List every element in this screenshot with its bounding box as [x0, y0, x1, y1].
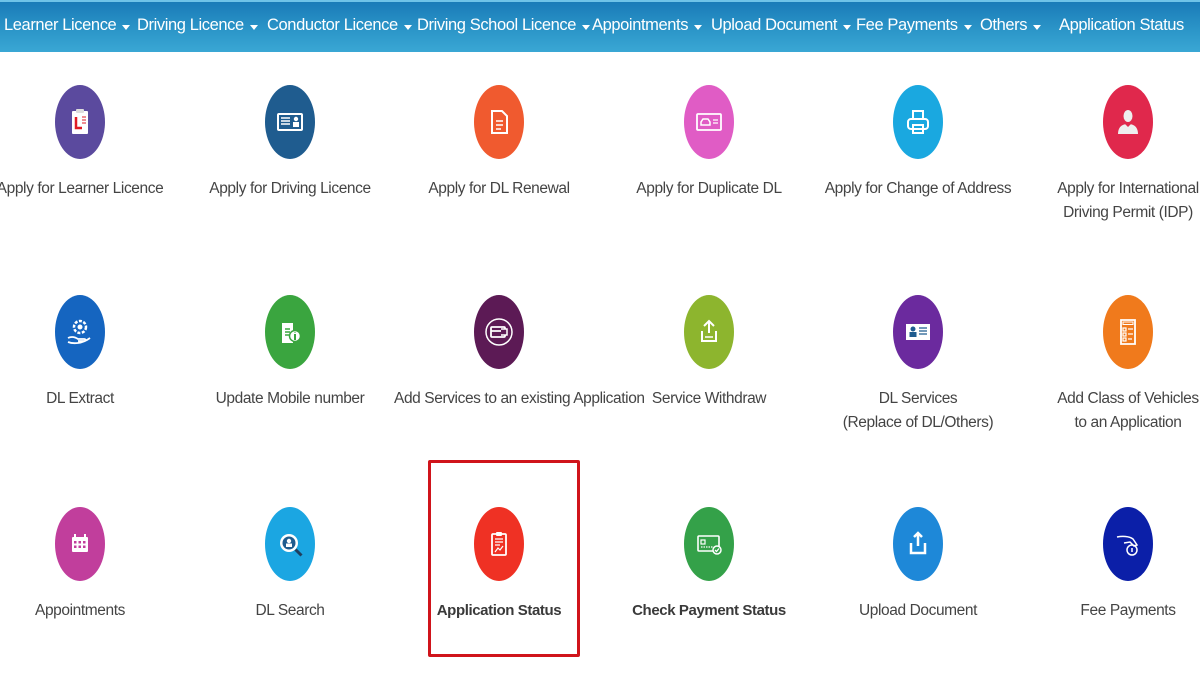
- document-icon: [474, 85, 524, 159]
- service-label-line2: to an Application: [1074, 414, 1182, 431]
- nav-label: Upload Document: [711, 16, 838, 34]
- nav-label: Driving Licence: [137, 16, 244, 34]
- service-label: Apply for International Driving Permit (I…: [1023, 177, 1200, 225]
- card-plug-icon: [474, 295, 524, 369]
- nav-upload-document[interactable]: Upload Document: [711, 16, 852, 35]
- caret-down-icon: [249, 24, 258, 30]
- service-label-line1: Apply for DL Renewal: [428, 180, 570, 197]
- caret-down-icon: [403, 24, 412, 30]
- service-label: DL Extract: [0, 387, 185, 411]
- service-tile-dl-extract[interactable]: DL Extract: [0, 295, 185, 411]
- service-label: Upload Document: [813, 599, 1023, 623]
- service-label: DL Search: [185, 599, 395, 623]
- nav-label: Application Status: [1059, 16, 1184, 34]
- upload-tray-icon: [684, 295, 734, 369]
- service-label-line1: Add Class of Vehicles: [1057, 390, 1199, 407]
- printer-icon: [893, 85, 943, 159]
- nav-driving-licence[interactable]: Driving Licence: [137, 16, 258, 35]
- nav-label: Learner Licence: [4, 16, 117, 34]
- service-label-line1: Apply for Driving Licence: [209, 180, 371, 197]
- learner-clipboard-icon: [55, 85, 105, 159]
- service-label: Apply for Change of Address: [813, 177, 1023, 201]
- checklist-icon: [1103, 295, 1153, 369]
- service-tile-apply-for-learner-licence[interactable]: Apply for Learner Licence: [0, 85, 185, 201]
- service-tile-fee-payments[interactable]: Fee Payments: [1023, 507, 1200, 623]
- service-tile-apply-for-duplicate-dl[interactable]: Apply for Duplicate DL: [604, 85, 814, 201]
- profile-card-icon: [893, 295, 943, 369]
- nav-label: Appointments: [592, 16, 689, 34]
- nav-label: Driving School Licence: [417, 16, 577, 34]
- service-label-line1: Apply for Duplicate DL: [636, 180, 782, 197]
- service-tile-dl-services[interactable]: DL Services (Replace of DL/Others): [813, 295, 1023, 435]
- service-label: Check Payment Status: [604, 599, 814, 623]
- car-card-icon: [684, 85, 734, 159]
- service-label: Add Class of Vehicles to an Application: [1023, 387, 1200, 435]
- service-label: Add Services to an existing Application: [394, 387, 645, 411]
- service-label: Update Mobile number: [185, 387, 395, 411]
- service-label-line1: DL Extract: [46, 390, 114, 407]
- calendar-icon: [55, 507, 105, 581]
- service-tile-apply-for-dl-renewal[interactable]: Apply for DL Renewal: [394, 85, 604, 201]
- nav-learner-licence[interactable]: Learner Licence: [4, 16, 131, 35]
- nav-label: Conductor Licence: [267, 16, 398, 34]
- service-label-line1: Apply for Learner Licence: [0, 180, 164, 197]
- service-label-line1: Apply for Change of Address: [824, 180, 1012, 197]
- nav-fee-payments[interactable]: Fee Payments: [856, 16, 972, 35]
- caret-down-icon: [122, 24, 131, 30]
- service-label-line1: Update Mobile number: [215, 390, 365, 407]
- service-label: Apply for Duplicate DL: [604, 177, 814, 201]
- gear-hand-icon: [55, 295, 105, 369]
- nav-appointments[interactable]: Appointments: [592, 16, 703, 35]
- service-tile-dl-search[interactable]: DL Search: [185, 507, 395, 623]
- card-check-icon: [684, 507, 734, 581]
- top-navbar: Learner Licence Driving Licence Conducto…: [0, 0, 1200, 52]
- service-tile-add-class-of-vehicles[interactable]: Add Class of Vehicles to an Application: [1023, 295, 1200, 435]
- nav-others[interactable]: Others: [980, 16, 1042, 35]
- service-label: Apply for DL Renewal: [394, 177, 604, 201]
- service-label: Apply for Driving Licence: [185, 177, 395, 201]
- service-label-line1: Service Withdraw: [651, 390, 767, 407]
- service-tile-add-services-to-an-existing-application[interactable]: Add Services to an existing Application: [394, 295, 645, 411]
- document-info-icon: [265, 295, 315, 369]
- service-label-line1: Appointments: [35, 602, 125, 619]
- nav-label: Fee Payments: [856, 16, 958, 34]
- hand-coin-icon: [1103, 507, 1153, 581]
- service-label: Service Withdraw: [604, 387, 814, 411]
- service-label: Appointments: [0, 599, 185, 623]
- nav-driving-school-licence[interactable]: Driving School Licence: [417, 16, 591, 35]
- service-tile-upload-document[interactable]: Upload Document: [813, 507, 1023, 623]
- service-label: Apply for Learner Licence: [0, 177, 185, 201]
- service-label-line2: Driving Permit (IDP): [1063, 204, 1193, 221]
- search-person-icon: [265, 507, 315, 581]
- nav-label: Others: [980, 16, 1028, 34]
- caret-down-icon: [843, 24, 852, 30]
- service-label-line1: Check Payment Status: [632, 602, 786, 619]
- upload-icon: [893, 507, 943, 581]
- service-label-line2: (Replace of DL/Others): [842, 414, 994, 431]
- person-icon: [1103, 85, 1153, 159]
- nav-conductor-licence[interactable]: Conductor Licence: [267, 16, 412, 35]
- service-label-line1: DL Services: [878, 390, 958, 407]
- service-label-line1: DL Search: [255, 602, 325, 619]
- highlight-box: [428, 460, 580, 657]
- caret-down-icon: [694, 24, 703, 30]
- service-tile-appointments[interactable]: Appointments: [0, 507, 185, 623]
- nav-application-status[interactable]: Application Status: [1059, 16, 1184, 35]
- service-label-line1: Apply for International: [1057, 180, 1199, 197]
- service-tile-apply-for-international[interactable]: Apply for International Driving Permit (I…: [1023, 85, 1200, 225]
- service-tile-apply-for-change-of-address[interactable]: Apply for Change of Address: [813, 85, 1023, 201]
- caret-down-icon: [582, 24, 591, 30]
- service-label-line1: Fee Payments: [1080, 602, 1176, 619]
- service-label-line1: Add Services to an existing Application: [394, 390, 645, 407]
- caret-down-icon: [963, 24, 972, 30]
- service-tile-apply-for-driving-licence[interactable]: Apply for Driving Licence: [185, 85, 395, 201]
- service-label: Fee Payments: [1023, 599, 1200, 623]
- caret-down-icon: [1033, 24, 1042, 30]
- service-label-line1: Upload Document: [858, 602, 978, 619]
- service-tile-update-mobile-number[interactable]: Update Mobile number: [185, 295, 395, 411]
- service-tile-check-payment-status[interactable]: Check Payment Status: [604, 507, 814, 623]
- id-card-icon: [265, 85, 315, 159]
- service-label: DL Services (Replace of DL/Others): [813, 387, 1023, 435]
- service-tile-service-withdraw[interactable]: Service Withdraw: [604, 295, 814, 411]
